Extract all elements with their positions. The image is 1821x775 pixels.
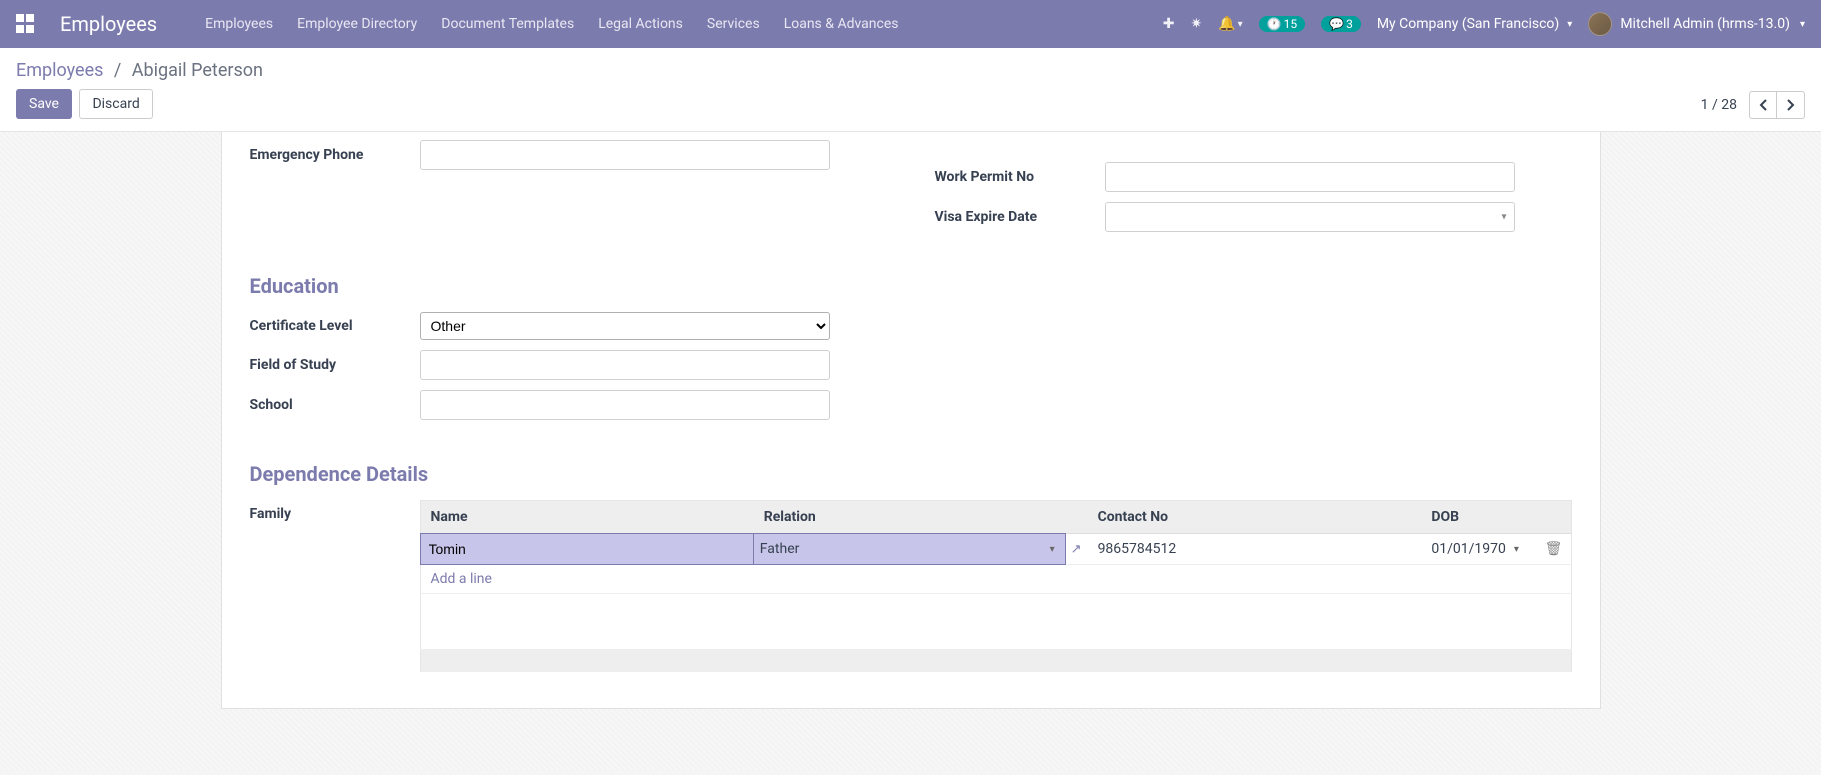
row-relation-value: Father	[760, 541, 1050, 557]
nav-loans-advances[interactable]: Loans & Advances	[784, 16, 899, 32]
work-permit-field[interactable]	[1105, 162, 1515, 192]
th-contact: Contact No	[1088, 501, 1422, 534]
nav-links: Employees Employee Directory Document Te…	[205, 16, 1163, 32]
field-of-study-field[interactable]	[420, 350, 830, 380]
table-row: Father ▾ ↗ 9865784512 01/01/1970	[420, 534, 1571, 565]
work-permit-label: Work Permit No	[935, 169, 1105, 185]
company-name: My Company (San Francisco)	[1377, 16, 1559, 32]
row-name-field[interactable]	[421, 534, 754, 564]
th-name: Name	[420, 501, 754, 534]
add-a-line-link[interactable]: Add a line	[431, 571, 492, 587]
activities-count: 15	[1284, 17, 1298, 31]
external-link-icon[interactable]: ↗	[1065, 542, 1088, 557]
dependence-section-title: Dependence Details	[250, 462, 1572, 486]
nav-employee-directory[interactable]: Employee Directory	[297, 16, 417, 32]
pager-next[interactable]	[1777, 91, 1805, 119]
nav-employees[interactable]: Employees	[205, 16, 273, 32]
company-selector[interactable]: My Company (San Francisco)▾	[1377, 16, 1572, 32]
pager-prev[interactable]	[1749, 91, 1777, 119]
visa-expire-field[interactable]	[1105, 202, 1515, 232]
emergency-phone-label: Emergency Phone	[250, 147, 420, 163]
school-label: School	[250, 397, 420, 413]
activities-badge[interactable]: 🕐15	[1259, 16, 1305, 32]
bug-icon[interactable]: ✷	[1190, 16, 1202, 32]
nav-legal-actions[interactable]: Legal Actions	[598, 16, 683, 32]
breadcrumb-sep: /	[114, 60, 121, 81]
breadcrumb-root[interactable]: Employees	[16, 60, 103, 81]
pager-text: 1 / 28	[1701, 97, 1737, 113]
apps-icon[interactable]	[16, 14, 36, 34]
row-relation-field[interactable]: Father ▾	[754, 534, 1065, 564]
row-dob-field[interactable]: 01/01/1970 ▾	[1421, 534, 1536, 564]
breadcrumb-current: Abigail Peterson	[132, 60, 263, 81]
plus-icon[interactable]: ✚	[1163, 16, 1175, 32]
user-menu[interactable]: Mitchell Admin (hrms-13.0) ▾	[1588, 12, 1805, 36]
form-sheet: Emergency Phone Work Permit No Visa Expi…	[221, 132, 1601, 709]
certificate-level-label: Certificate Level	[250, 318, 420, 334]
nav-document-templates[interactable]: Document Templates	[441, 16, 574, 32]
add-line-row: Add a line	[420, 565, 1571, 594]
school-field[interactable]	[420, 390, 830, 420]
avatar	[1588, 12, 1612, 36]
control-panel: Employees / Abigail Peterson Save Discar…	[0, 48, 1821, 132]
discard-button[interactable]: Discard	[79, 89, 152, 119]
family-label: Family	[250, 500, 420, 672]
content-bg: Emergency Phone Work Permit No Visa Expi…	[0, 132, 1821, 770]
education-section-title: Education	[250, 274, 1572, 298]
trash-icon[interactable]: 🗑	[1537, 541, 1571, 557]
chevron-down-icon: ▾	[1050, 544, 1055, 555]
discuss-count: 3	[1346, 17, 1353, 31]
row-contact-value[interactable]: 9865784512	[1088, 534, 1422, 564]
family-table: Name Relation Contact No DOB	[420, 500, 1572, 672]
emergency-phone-field[interactable]	[420, 140, 830, 170]
user-name: Mitchell Admin (hrms-13.0)	[1620, 16, 1790, 32]
app-brand[interactable]: Employees	[60, 12, 157, 36]
nav-services[interactable]: Services	[707, 16, 760, 32]
breadcrumb: Employees / Abigail Peterson	[16, 60, 263, 81]
row-dob-value: 01/01/1970	[1431, 541, 1506, 557]
visa-expire-label: Visa Expire Date	[935, 209, 1105, 225]
nav-right: ✚ ✷ 🔔▾ 🕐15 💬3 My Company (San Francisco)…	[1163, 12, 1805, 36]
certificate-level-field[interactable]: Other	[420, 312, 830, 340]
th-dob: DOB	[1421, 501, 1536, 534]
save-button[interactable]: Save	[16, 89, 72, 119]
field-of-study-label: Field of Study	[250, 357, 420, 373]
discuss-badge[interactable]: 💬3	[1321, 16, 1361, 32]
navbar: Employees Employees Employee Directory D…	[0, 0, 1821, 48]
chevron-down-icon: ▾	[1514, 544, 1519, 555]
bell-icon[interactable]: 🔔▾	[1218, 16, 1242, 32]
th-relation: Relation	[754, 501, 1088, 534]
